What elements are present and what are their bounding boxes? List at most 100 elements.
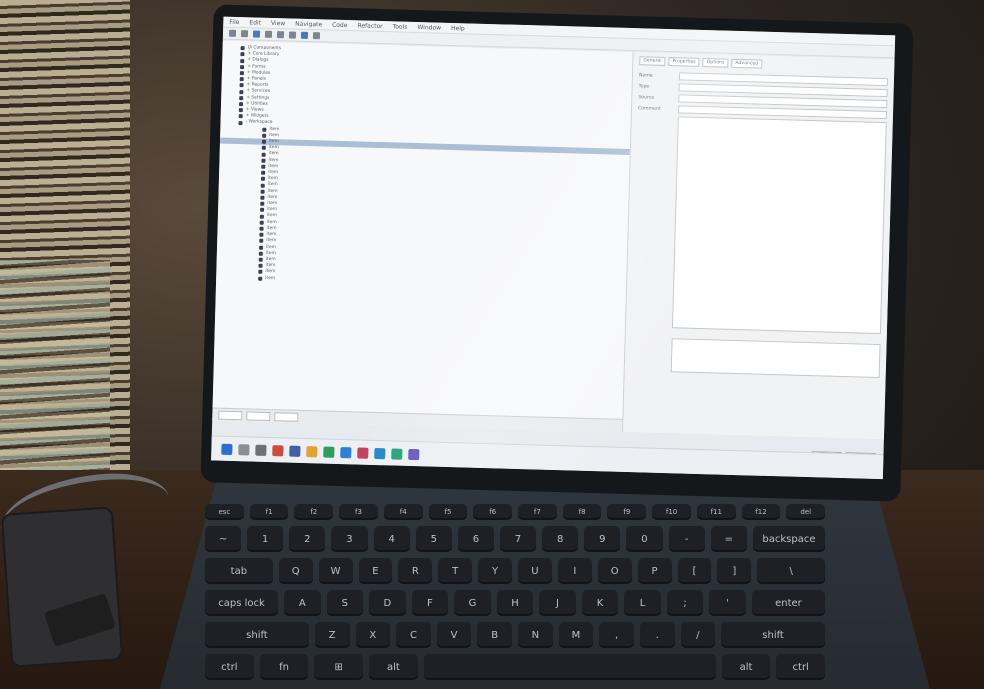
key: 4: [373, 526, 410, 552]
tree-node-icon: [240, 64, 245, 69]
tree-node-icon: [258, 276, 263, 281]
open-icon[interactable]: [240, 30, 249, 38]
key: A: [284, 590, 321, 616]
cut-icon[interactable]: [264, 30, 273, 38]
tree-node-icon: [259, 214, 264, 219]
new-icon[interactable]: [228, 29, 237, 37]
detail-pane: General Properties Options Advanced Name Typ…: [623, 52, 895, 463]
save-icon[interactable]: [252, 30, 261, 38]
key: 9: [584, 526, 621, 552]
app-icon[interactable]: [357, 447, 369, 459]
key: F: [411, 590, 449, 616]
tree-node-icon: [240, 46, 245, 51]
tree-node-icon: [260, 189, 265, 194]
menu-item-navigate[interactable]: Navigate: [295, 20, 322, 28]
key: 0: [626, 526, 663, 552]
detail-notes-area[interactable]: [670, 338, 881, 379]
mail-icon[interactable]: [374, 447, 386, 459]
key: P: [637, 558, 672, 584]
footer-tab-1[interactable]: [218, 410, 243, 420]
copy-icon[interactable]: [276, 31, 285, 39]
key: T: [438, 558, 473, 584]
key-row: ctrl fn ⊞ alt alt ctrl: [205, 654, 826, 680]
key: f8: [562, 504, 602, 520]
key: ]: [717, 558, 752, 584]
menu-item-refactor[interactable]: Refactor: [357, 22, 382, 30]
app-icon[interactable]: [323, 446, 335, 458]
key: esc: [205, 504, 244, 520]
key: f9: [607, 504, 647, 520]
footer-tab-2[interactable]: [246, 410, 271, 421]
tree-node-icon: [258, 245, 264, 250]
key: f4: [383, 504, 423, 520]
key: backspace: [752, 526, 826, 552]
key: J: [539, 590, 576, 616]
tab-general[interactable]: General: [639, 56, 666, 66]
task-view-icon[interactable]: [255, 444, 267, 456]
tree-node-icon: [239, 83, 244, 88]
tree-node-icon: [261, 152, 266, 157]
menu-item-window[interactable]: Window: [417, 24, 441, 32]
key: f5: [428, 504, 468, 520]
detail-text-area[interactable]: [671, 116, 887, 335]
start-icon[interactable]: [221, 443, 233, 455]
key: V: [436, 622, 472, 648]
detail-tabs: General Properties Options Advanced: [639, 56, 888, 72]
key: M: [558, 622, 594, 648]
tree-node-icon: [259, 226, 264, 231]
tree-node-icon: [238, 120, 243, 125]
search-icon[interactable]: [238, 443, 250, 455]
key: f10: [652, 504, 691, 520]
run-icon[interactable]: [300, 31, 309, 39]
app-icon[interactable]: [391, 447, 403, 460]
tree-pane[interactable]: Ui Components + Core Library + Dialogs + Fo…: [212, 40, 634, 432]
tree-node-icon: [259, 239, 264, 244]
tree-node-icon: [260, 195, 265, 200]
search-icon[interactable]: [312, 32, 321, 40]
browser-icon[interactable]: [340, 446, 352, 458]
menu-item-code[interactable]: Code: [332, 21, 348, 28]
tree-node-icon: [262, 127, 267, 132]
tab-properties[interactable]: Properties: [668, 57, 700, 67]
key: ⊞: [314, 654, 364, 680]
tree-node-icon: [260, 177, 266, 182]
key: f11: [696, 504, 736, 520]
app-icon[interactable]: [272, 444, 284, 456]
tree-node-icon: [239, 77, 244, 82]
footer-tab-3[interactable]: [274, 411, 299, 422]
key: [423, 654, 716, 680]
tree-node-icon: [258, 270, 263, 275]
tree-node-icon: [259, 232, 264, 237]
menu-item-help[interactable]: Help: [451, 24, 465, 31]
key: 1: [247, 526, 284, 552]
tab-options[interactable]: Options: [702, 57, 729, 68]
menu-item-edit[interactable]: Edit: [249, 19, 261, 26]
key: I: [557, 558, 592, 584]
tree-node-icon: [258, 257, 263, 262]
menu-item-view[interactable]: View: [271, 19, 285, 26]
tree-node-icon: [238, 108, 243, 113]
tree-node-icon: [261, 164, 266, 169]
tree-node-icon: [239, 95, 244, 100]
tree-node-icon: [260, 183, 265, 188]
laptop-lid: File Edit View Navigate Code Refactor Tools Win…: [200, 4, 914, 502]
key: f1: [249, 504, 289, 520]
app-icon[interactable]: [289, 445, 301, 457]
field-label: Comment: [638, 105, 661, 112]
key: shift: [205, 622, 309, 648]
key: Q: [278, 558, 313, 584]
app-icon[interactable]: [408, 448, 420, 460]
menu-item-tools[interactable]: Tools: [393, 23, 408, 30]
menu-item-file[interactable]: File: [229, 18, 239, 25]
key: Z: [314, 622, 350, 648]
key: 5: [415, 526, 452, 552]
paper-stack-lower: [0, 260, 110, 480]
key: 7: [499, 526, 537, 552]
tab-advanced[interactable]: Advanced: [731, 58, 763, 69]
key: ctrl: [776, 654, 826, 680]
folder-icon[interactable]: [306, 445, 318, 457]
field-label: Name: [638, 72, 653, 79]
paste-icon[interactable]: [288, 31, 297, 39]
laptop-screen: File Edit View Navigate Code Refactor Tools Win…: [211, 16, 896, 480]
key: ': [709, 590, 746, 616]
